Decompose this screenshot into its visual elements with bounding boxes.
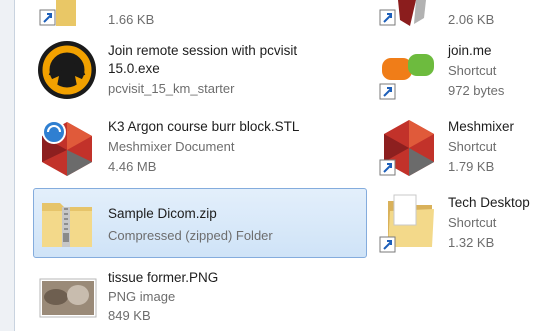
file-meta: pcvisit_15_km_starter	[108, 81, 235, 96]
file-size: 849 KB	[108, 308, 151, 323]
file-type: Compressed (zipped) Folder	[108, 228, 273, 243]
file-item-k3-stl[interactable]: K3 Argon course burr block.STL Meshmixer…	[34, 112, 374, 178]
file-type: PNG image	[108, 289, 176, 304]
file-type: Shortcut	[448, 63, 497, 78]
file-type: Shortcut	[448, 139, 497, 154]
file-name: Join remote session with pcvisit	[108, 43, 298, 58]
file-type: Shortcut	[448, 215, 497, 230]
file-size: 1.66 KB	[108, 12, 155, 27]
file-item-tech-desktop[interactable]: Tech Desktop Shortcut 1.32 KB	[376, 189, 546, 255]
file-name: Sample Dicom.zip	[108, 206, 217, 221]
file-name-line2: 15.0.exe	[108, 61, 160, 76]
file-size: 1.32 KB	[448, 235, 495, 250]
file-item-pcvisit[interactable]: Join remote session with pcvisit 15.0.ex…	[34, 36, 374, 102]
folder-icon	[379, 194, 434, 253]
meshmixer-icon	[379, 120, 434, 176]
meshmixer-document-icon	[42, 120, 92, 176]
file-item-top-left[interactable]: 1.66 KB	[36, 0, 286, 30]
file-name: join.me	[448, 43, 492, 58]
zip-folder-icon	[42, 203, 92, 247]
file-size: 1.79 KB	[448, 159, 495, 174]
file-size: 972 bytes	[448, 83, 505, 98]
joinme-icon	[379, 54, 434, 100]
file-icon	[379, 0, 426, 26]
file-item-tissue-former[interactable]: tissue former.PNG PNG image 849 KB	[34, 265, 374, 331]
pcvisit-icon	[38, 41, 96, 99]
png-image-icon	[39, 278, 97, 318]
file-item-joinme[interactable]: join.me Shortcut 972 bytes	[376, 36, 546, 102]
file-size: 2.06 KB	[448, 12, 495, 27]
file-icon	[39, 0, 76, 26]
file-name: K3 Argon course burr block.STL	[108, 119, 300, 134]
file-item-sample-dicom[interactable]: Sample Dicom.zip Compressed (zipped) Fol…	[34, 189, 366, 255]
file-name: tissue former.PNG	[108, 270, 219, 285]
file-name: Tech Desktop	[448, 195, 530, 210]
file-type: Meshmixer Document	[108, 139, 235, 154]
file-size: 4.46 MB	[108, 159, 157, 174]
file-item-top-right[interactable]: 2.06 KB	[376, 0, 546, 30]
file-name: Meshmixer	[448, 119, 515, 134]
file-item-meshmixer[interactable]: Meshmixer Shortcut 1.79 KB	[376, 112, 546, 178]
